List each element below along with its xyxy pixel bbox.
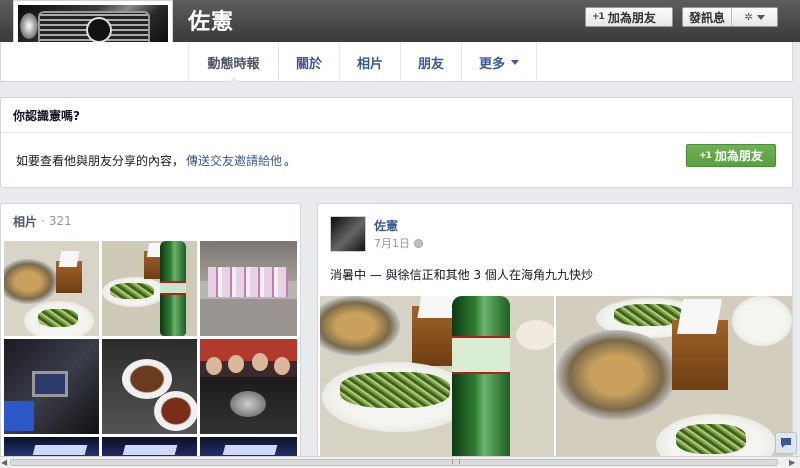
- post-location-prefix: 在: [508, 268, 521, 282]
- photos-panel-header: 相片 · 321: [1, 204, 300, 238]
- chevron-down-icon: [756, 14, 765, 20]
- tab-more-label: 更多: [478, 56, 505, 72]
- post-status: 消暑中 — 與: [330, 268, 398, 282]
- tab-friends[interactable]: 朋友: [400, 42, 461, 82]
- tab-more[interactable]: 更多: [461, 42, 537, 82]
- tab-friends-label: 朋友: [417, 56, 444, 72]
- photo-thumbnail[interactable]: [4, 339, 99, 434]
- know-this-person-box: 你認識憲嗎? 如要查看他與朋友分享的內容， 傳送交友邀請給他 。 +1 加為朋友: [0, 97, 793, 188]
- scrollbar-grip: [452, 459, 460, 464]
- photo-thumbnail[interactable]: [102, 241, 197, 336]
- tab-timeline-label: 動態時報: [207, 56, 260, 72]
- photo-thumbnail[interactable]: [4, 241, 99, 336]
- tab-photos[interactable]: 相片: [339, 42, 400, 82]
- globe-icon[interactable]: [414, 238, 423, 248]
- profile-name[interactable]: 佐憲: [188, 4, 234, 36]
- timeline-post: 佐憲 7月1日 消暑中 — 與徐信正和其他 3 個人在海角九九快炒: [317, 203, 793, 463]
- profile-tab-bar: 動態時報 關於 相片 朋友 更多: [0, 42, 793, 83]
- photos-panel-separator: ·: [41, 214, 45, 228]
- photo-thumbnail[interactable]: [200, 339, 297, 434]
- tab-timeline[interactable]: 動態時報: [188, 42, 278, 83]
- photo-thumbnail[interactable]: [102, 339, 197, 434]
- send-message-button[interactable]: 發訊息: [683, 8, 733, 26]
- photos-panel-title[interactable]: 相片: [13, 213, 37, 230]
- add-friend-button[interactable]: +1 加為朋友: [585, 7, 673, 27]
- scrollbar-thumb[interactable]: [10, 459, 778, 466]
- photo-thumbnail[interactable]: [200, 241, 297, 336]
- gear-icon: ✲: [744, 11, 753, 23]
- add-friend-icon: +1: [592, 12, 605, 22]
- add-friend-green-label: 加為朋友: [714, 149, 763, 163]
- tab-photos-label: 相片: [356, 56, 383, 72]
- post-location[interactable]: 海角九九快炒: [521, 268, 593, 282]
- send-friend-request-link[interactable]: 傳送交友邀請給他: [186, 152, 282, 169]
- message-button-group: 發訊息 ✲: [682, 7, 778, 27]
- post-author-avatar[interactable]: [330, 216, 366, 252]
- add-friend-icon: +1: [699, 150, 712, 161]
- post-date[interactable]: 7月1日: [374, 235, 410, 251]
- chat-icon[interactable]: [775, 432, 797, 454]
- know-box-body: 如要查看他與朋友分享的內容， 傳送交友邀請給他 。 +1 加為朋友: [1, 133, 792, 188]
- know-box-text-end: 。: [284, 154, 297, 168]
- tab-about[interactable]: 關於: [278, 42, 339, 82]
- post-conjunction: 和: [433, 268, 446, 282]
- post-author-name[interactable]: 佐憲: [374, 217, 398, 234]
- add-friend-label: 加為朋友: [607, 10, 656, 25]
- post-text: 消暑中 — 與徐信正和其他 3 個人在海角九九快炒: [330, 266, 593, 283]
- post-photo[interactable]: [320, 296, 554, 462]
- know-box-text: 如要查看他與朋友分享的內容，: [16, 154, 185, 168]
- other-tagged-people[interactable]: 其他 3 個人: [446, 268, 509, 282]
- add-friend-green-button[interactable]: +1 加為朋友: [686, 144, 776, 167]
- settings-menu-button[interactable]: ✲: [732, 12, 777, 23]
- chevron-down-icon: [511, 59, 519, 65]
- tab-about-label: 關於: [295, 56, 322, 72]
- horizontal-scrollbar[interactable]: ◀ ▶: [0, 456, 800, 468]
- photos-panel: 相片 · 321: [0, 203, 301, 463]
- tagged-friend[interactable]: 徐信正: [398, 268, 434, 282]
- post-photo[interactable]: [556, 296, 792, 462]
- scroll-right-arrow[interactable]: ▶: [789, 459, 799, 467]
- photos-count: 321: [48, 214, 72, 228]
- post-meta: 7月1日: [374, 235, 423, 251]
- know-box-title: 你認識憲嗎?: [1, 98, 792, 133]
